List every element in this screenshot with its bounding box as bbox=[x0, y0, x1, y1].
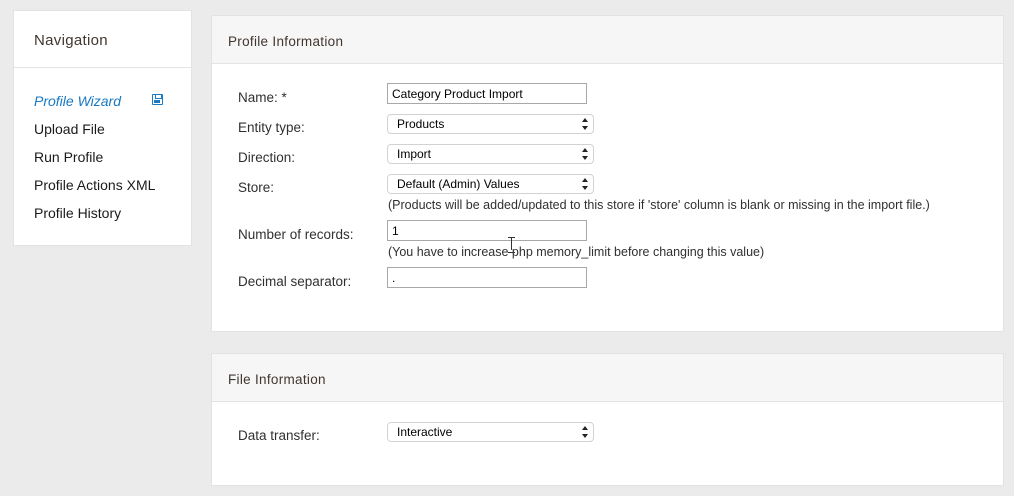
select-arrows-icon bbox=[582, 148, 589, 160]
nav-item-profile-actions-xml[interactable]: Profile Actions XML bbox=[14, 175, 191, 203]
save-icon[interactable] bbox=[152, 94, 163, 105]
decimal-separator-input[interactable] bbox=[387, 267, 587, 288]
data-transfer-label: Data transfer: bbox=[238, 428, 320, 443]
nav-item-upload-file[interactable]: Upload File bbox=[14, 119, 191, 147]
name-label: Name: * bbox=[238, 90, 287, 105]
sidebar-title: Navigation bbox=[14, 11, 191, 68]
profile-information-panel: Profile Information Name: * Entity type:… bbox=[211, 15, 1004, 332]
direction-value: Import bbox=[397, 147, 432, 161]
entity-type-select[interactable]: Products bbox=[387, 114, 594, 134]
data-transfer-value: Interactive bbox=[397, 425, 453, 439]
file-information-panel: File Information Data transfer: Interact… bbox=[211, 353, 1004, 486]
select-arrows-icon bbox=[582, 178, 589, 190]
select-arrows-icon bbox=[582, 118, 589, 130]
records-note: (You have to increase php memory_limit b… bbox=[388, 245, 765, 259]
entity-type-value: Products bbox=[397, 117, 445, 131]
text-cursor-icon bbox=[508, 237, 515, 253]
number-of-records-input[interactable] bbox=[387, 220, 587, 241]
navigation-sidebar: Navigation Profile Wizard Upload File Ru… bbox=[13, 10, 192, 246]
nav-item-profile-history[interactable]: Profile History bbox=[14, 203, 191, 231]
direction-label: Direction: bbox=[238, 150, 296, 165]
entity-type-label: Entity type: bbox=[238, 120, 305, 135]
store-select[interactable]: Default (Admin) Values bbox=[387, 174, 594, 194]
nav-item-profile-wizard[interactable]: Profile Wizard bbox=[14, 91, 191, 119]
nav-list: Profile Wizard Upload File Run Profile P… bbox=[14, 68, 191, 231]
profile-information-title: Profile Information bbox=[212, 16, 1003, 64]
store-note: (Products will be added/updated to this … bbox=[388, 198, 930, 212]
number-of-records-label: Number of records: bbox=[238, 227, 354, 242]
decimal-separator-label: Decimal separator: bbox=[238, 274, 352, 289]
store-value: Default (Admin) Values bbox=[397, 177, 520, 191]
file-information-title: File Information bbox=[212, 354, 1003, 402]
nav-item-run-profile[interactable]: Run Profile bbox=[14, 147, 191, 175]
direction-select[interactable]: Import bbox=[387, 144, 594, 164]
data-transfer-select[interactable]: Interactive bbox=[387, 422, 594, 442]
name-input[interactable] bbox=[387, 83, 587, 104]
select-arrows-icon bbox=[582, 426, 589, 438]
store-label: Store: bbox=[238, 180, 275, 195]
